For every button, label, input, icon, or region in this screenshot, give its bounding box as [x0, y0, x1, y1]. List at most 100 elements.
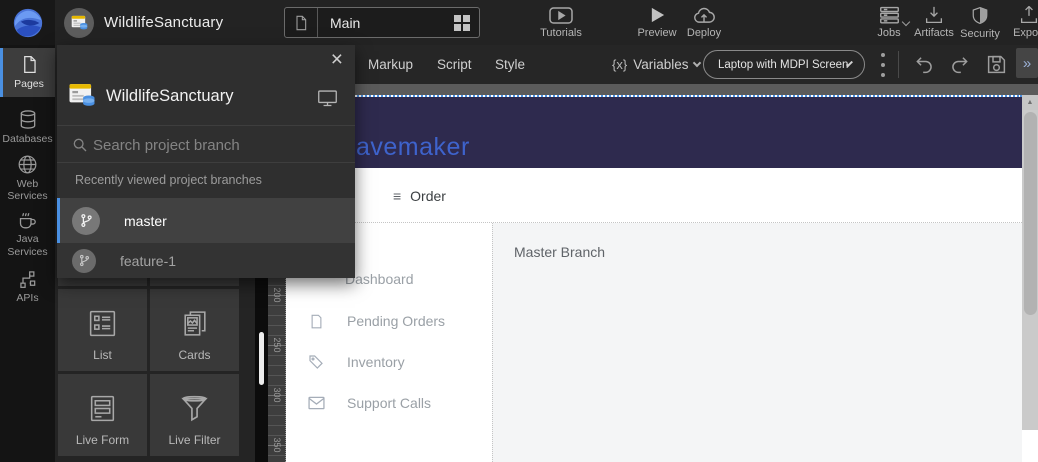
- palette-scrollbar-thumb[interactable]: [259, 332, 264, 385]
- sidebar-item-label: Pages: [14, 78, 44, 90]
- sidebar-item-databases[interactable]: Databases: [0, 103, 55, 151]
- widget-tile-label: Cards: [178, 348, 210, 362]
- scrollbar-up-button[interactable]: ▲: [1022, 95, 1038, 110]
- branch-search-input[interactable]: [93, 130, 343, 160]
- live-filter-funnel-icon: [178, 392, 211, 425]
- video-icon: [549, 7, 573, 24]
- jobs-server-icon: [879, 6, 900, 24]
- widget-tile-list[interactable]: List: [58, 289, 147, 371]
- sidebar-item-label: Java Services: [0, 233, 55, 257]
- canvas-nav-pending-orders[interactable]: Pending Orders: [307, 311, 445, 331]
- expand-panel-button[interactable]: »: [1016, 48, 1038, 78]
- wavemaker-wave-icon: [11, 6, 45, 40]
- canvas-scrollbar-thumb[interactable]: [1024, 112, 1037, 315]
- export-button[interactable]: Export: [1003, 0, 1038, 45]
- branch-item-master[interactable]: master: [57, 198, 355, 243]
- variables-label: Variables: [633, 57, 688, 72]
- canvas-page-header[interactable]: avemaker: [286, 97, 1022, 168]
- ruler-mark: 250: [265, 336, 289, 354]
- more-options-button[interactable]: [877, 53, 889, 77]
- project-window-icon: [68, 83, 96, 108]
- envelope-icon: [307, 394, 325, 412]
- deploy-button[interactable]: Deploy: [681, 0, 727, 45]
- coffee-cup-icon: [17, 209, 38, 230]
- ruler-mark: 350: [265, 436, 289, 454]
- project-icon: [64, 8, 94, 38]
- cards-widget-icon: [178, 307, 211, 340]
- sidebar-item-java-services[interactable]: Java Services: [0, 206, 55, 261]
- toolbar-divider: [898, 51, 899, 78]
- security-button[interactable]: Security: [957, 0, 1003, 45]
- undo-button[interactable]: [913, 54, 935, 74]
- canvas-tab-order[interactable]: ≡ Order: [393, 188, 446, 204]
- page-icon: [20, 54, 39, 75]
- page-selector[interactable]: Main: [284, 7, 480, 38]
- widget-tile-cards[interactable]: Cards: [150, 289, 239, 371]
- widget-tile-label: List: [93, 348, 112, 362]
- canvas-tab-label: Order: [410, 188, 446, 204]
- git-branch-icon: [72, 207, 100, 235]
- redo-button[interactable]: [949, 54, 971, 74]
- branch-search[interactable]: [57, 125, 355, 163]
- preview-label: Preview: [637, 27, 676, 39]
- tutorials-label: Tutorials: [540, 27, 582, 39]
- nav-item-label: Dashboard: [345, 271, 414, 287]
- variables-button[interactable]: {x} Variables: [612, 57, 700, 72]
- canvas-nav-inventory[interactable]: Inventory: [307, 352, 405, 372]
- close-icon[interactable]: ×: [331, 49, 343, 70]
- canvas-nav-dashboard[interactable]: Dashboard: [345, 269, 414, 289]
- sidebar-item-label: Databases: [2, 133, 52, 145]
- tag-icon: [307, 353, 325, 371]
- variables-icon: {x}: [612, 57, 627, 72]
- cloud-upload-icon: [692, 7, 716, 24]
- canvas-content-panel[interactable]: Master Branch: [492, 223, 1022, 462]
- grid-icon[interactable]: [454, 15, 470, 31]
- wavemaker-ide: WildlifeSanctuary Main Tutorials Preview: [0, 0, 1038, 462]
- widget-tile-live-form[interactable]: Live Form: [58, 374, 147, 456]
- api-nodes-icon: [18, 269, 38, 289]
- widget-tile-label: Live Form: [76, 433, 129, 447]
- tutorials-button[interactable]: Tutorials: [528, 0, 594, 45]
- device-selector[interactable]: Laptop with MDPI Screen: [703, 50, 865, 79]
- tab-script[interactable]: Script: [437, 57, 472, 72]
- branch-dropdown-panel: × WildlifeSanctuary: [57, 45, 355, 278]
- download-icon: [924, 6, 944, 24]
- wavemaker-logo[interactable]: [0, 0, 55, 45]
- branch-name: master: [124, 213, 167, 229]
- chevron-double-right-icon: »: [1023, 55, 1031, 72]
- globe-icon: [17, 154, 38, 175]
- artifacts-button[interactable]: Artifacts: [911, 0, 957, 45]
- search-icon: [72, 137, 88, 153]
- branch-section-label: Recently viewed project branches: [75, 173, 262, 187]
- sidebar-item-pages[interactable]: Pages: [0, 48, 55, 97]
- git-branch-icon: [72, 249, 96, 273]
- tab-markup[interactable]: Markup: [368, 57, 413, 72]
- sidebar-item-apis[interactable]: APIs: [0, 263, 55, 311]
- upload-icon: [1019, 6, 1038, 24]
- ruler-mark: 200: [265, 286, 289, 304]
- hamburger-icon: ≡: [393, 188, 401, 204]
- canvas-brand-text: avemaker: [356, 133, 470, 162]
- save-button[interactable]: [986, 54, 1007, 75]
- sidebar-item-web-services[interactable]: Web Services: [0, 152, 55, 204]
- play-icon: [649, 6, 666, 24]
- branch-name: feature-1: [120, 253, 176, 269]
- nav-item-label: Inventory: [347, 354, 405, 370]
- widget-tile-label: Live Filter: [168, 433, 220, 447]
- left-sidebar: Pages Databases Web Services Java Servic…: [0, 45, 55, 462]
- chevron-down-icon: [693, 59, 701, 67]
- artifacts-label: Artifacts: [914, 27, 954, 39]
- tab-style[interactable]: Style: [495, 57, 525, 72]
- design-canvas[interactable]: avemaker ≡ Order Dashboard Pending Order…: [286, 95, 1022, 462]
- monitor-icon[interactable]: [317, 89, 338, 108]
- save-icon: [986, 54, 1007, 75]
- live-form-widget-icon: [86, 392, 119, 425]
- canvas-nav-support-calls[interactable]: Support Calls: [307, 393, 431, 413]
- canvas-scrollbar[interactable]: ▲: [1022, 95, 1038, 430]
- branch-panel-title: WildlifeSanctuary: [106, 87, 233, 106]
- preview-button[interactable]: Preview: [630, 0, 684, 45]
- horizontal-ruler: [255, 84, 1038, 95]
- widget-tile-live-filter[interactable]: Live Filter: [150, 374, 239, 456]
- shield-icon: [971, 6, 989, 25]
- branch-item-feature-1[interactable]: feature-1: [57, 243, 355, 278]
